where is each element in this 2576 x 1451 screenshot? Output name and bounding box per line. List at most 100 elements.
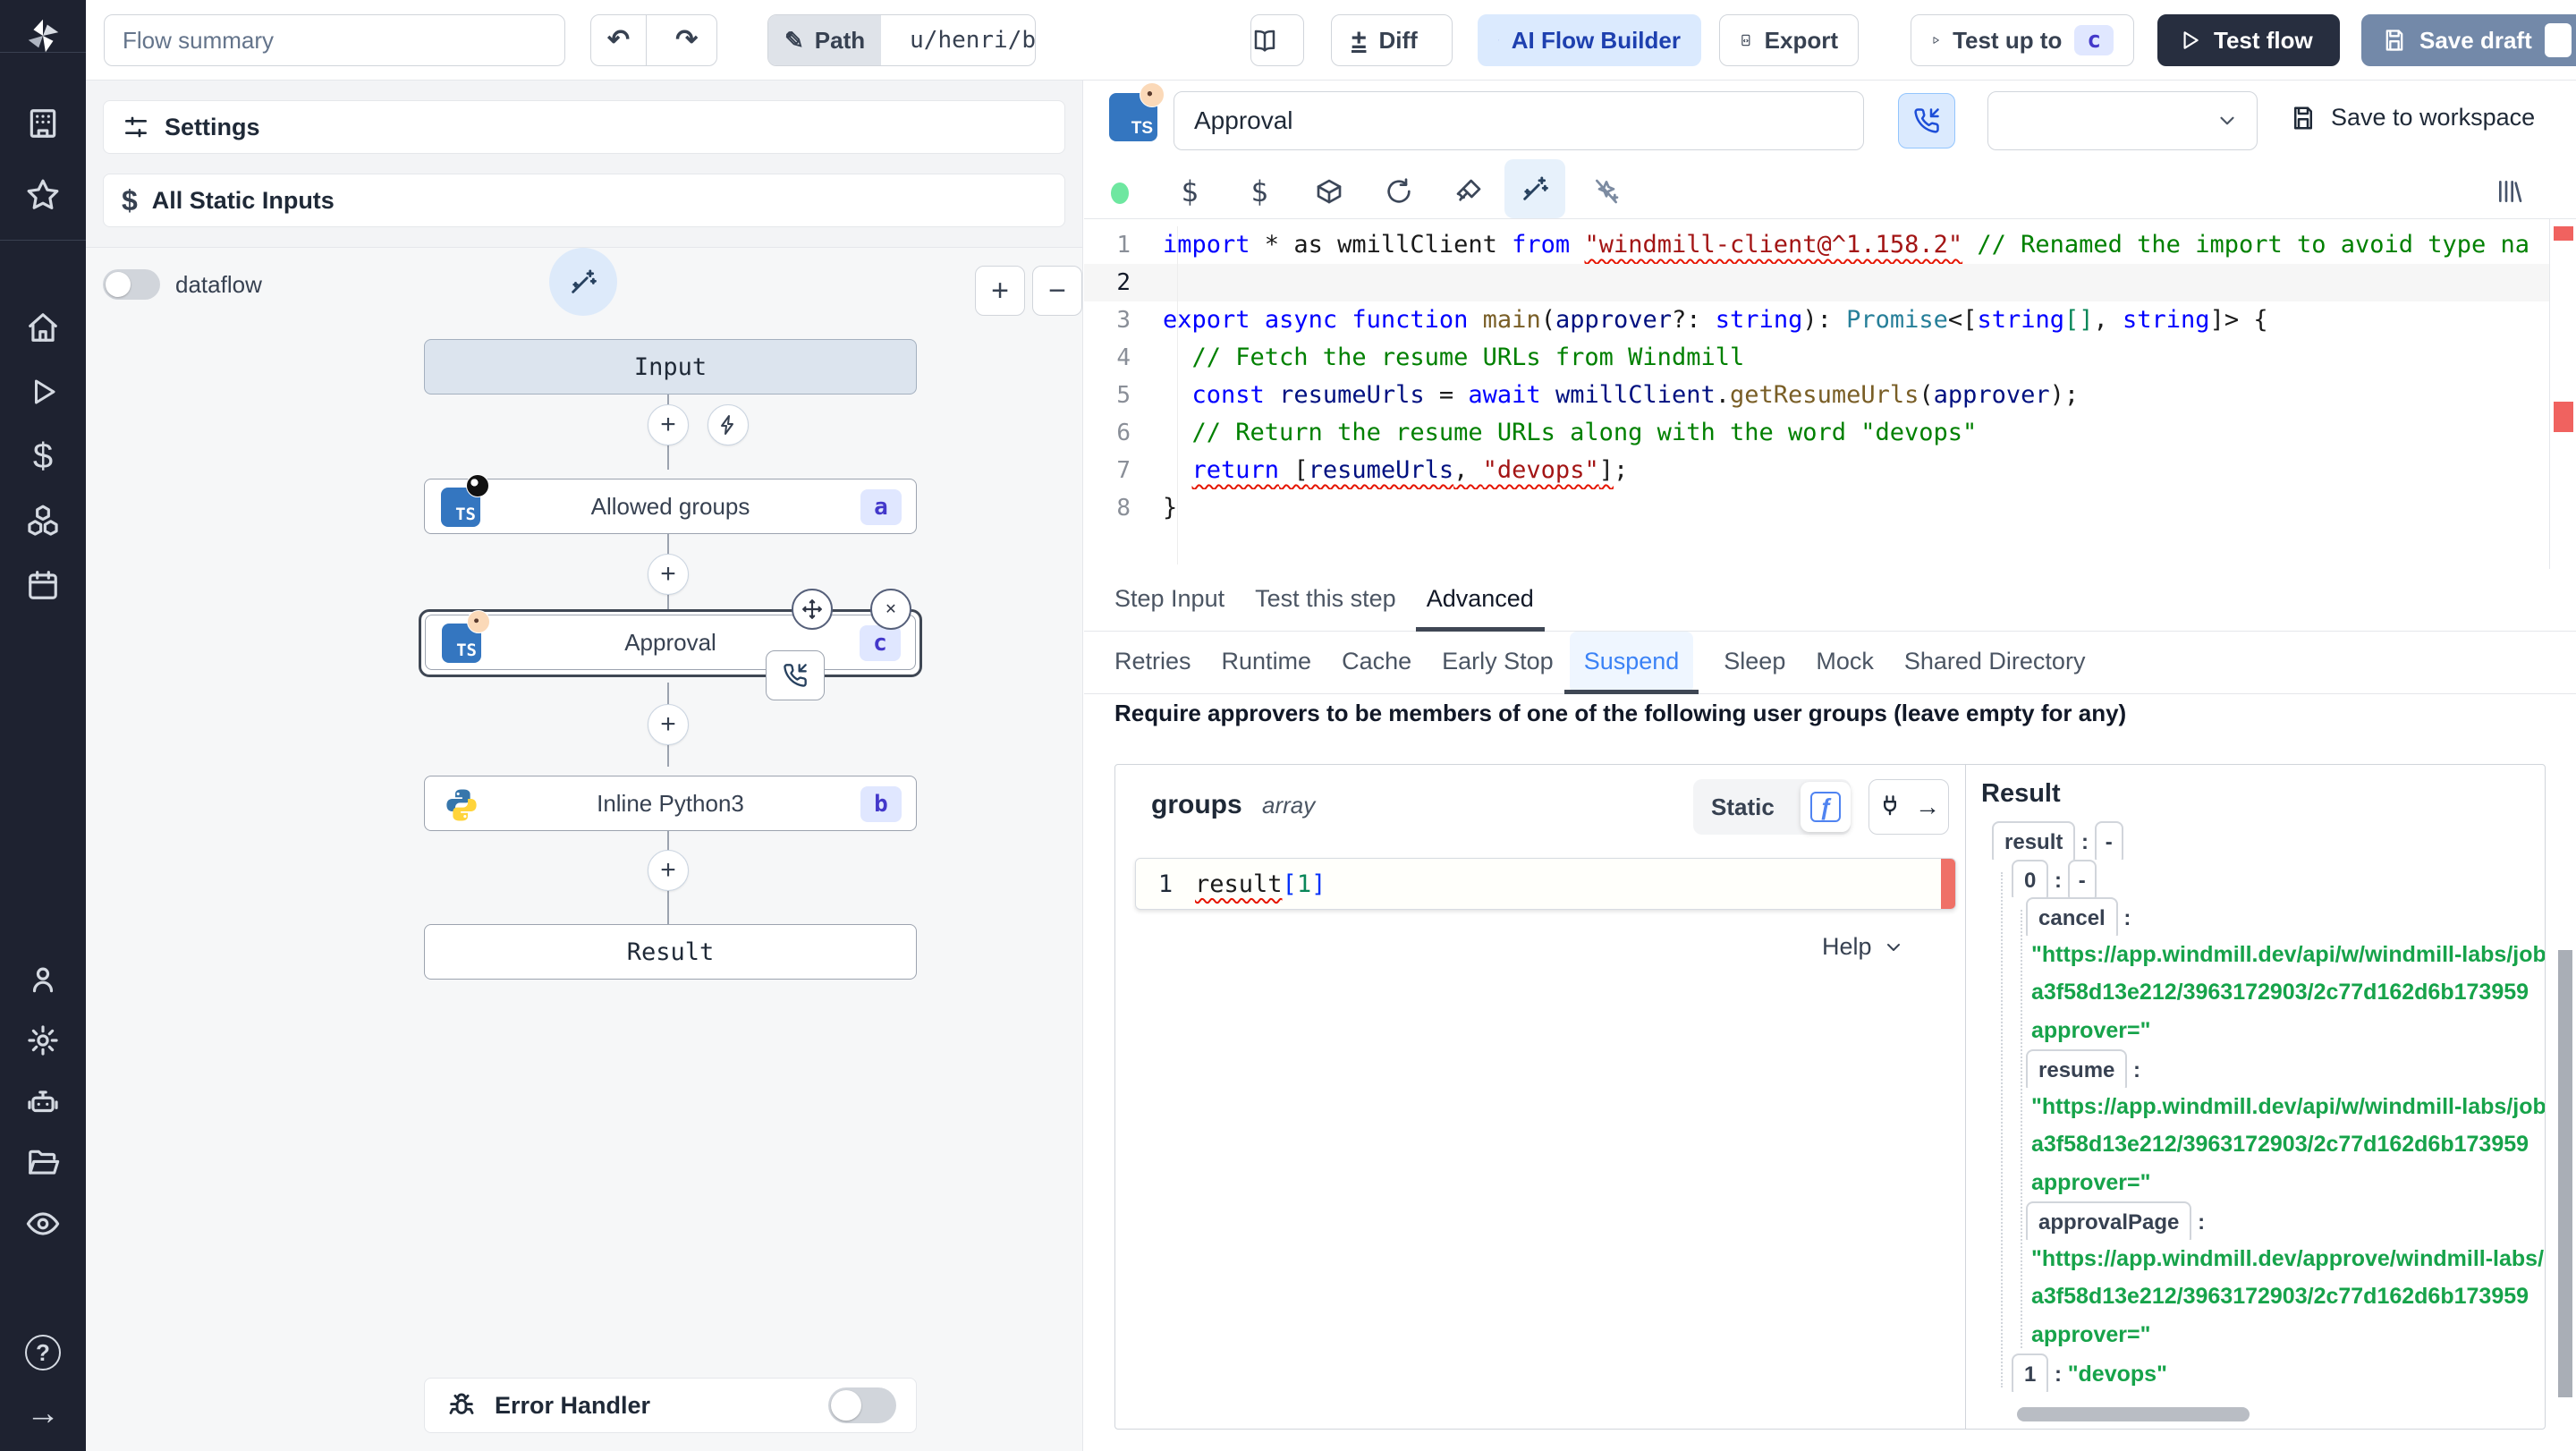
tab-retries[interactable]: Retries [1114, 632, 1191, 693]
save-to-workspace-button[interactable]: Save to workspace [2290, 104, 2535, 132]
step-name-input[interactable] [1174, 91, 1864, 150]
folders-icon[interactable] [0, 1134, 86, 1192]
result-key-chip[interactable]: result [1992, 821, 2076, 860]
error-handler-toggle[interactable] [828, 1387, 896, 1423]
vertical-scrollbar[interactable] [2558, 950, 2572, 1397]
flow-node-allowed-groups[interactable]: TS Allowed groups a [424, 474, 917, 534]
audit-eye-icon[interactable] [0, 1195, 86, 1252]
dataflow-toggle[interactable] [103, 269, 160, 300]
path-button[interactable]: ✎ Path u/henri/bes [767, 14, 1036, 66]
script-version-select[interactable] [1987, 91, 2258, 150]
add-step-button[interactable]: + [648, 404, 689, 445]
code-line[interactable]: 6 // Return the resume URLs along with t… [1084, 414, 2576, 452]
favorites-star-icon[interactable] [0, 166, 86, 224]
tab-advanced[interactable]: Advanced [1415, 569, 1545, 632]
export-button[interactable]: Export [1719, 14, 1859, 66]
settings-card[interactable]: Settings [103, 100, 1065, 154]
tab-runtime[interactable]: Runtime [1222, 632, 1312, 693]
expand-arrow-icon[interactable]: → [0, 1385, 86, 1442]
suspend-phone-button[interactable] [1898, 93, 1955, 148]
ai-wand-button[interactable] [549, 248, 617, 316]
zoom-out-button[interactable]: − [1032, 266, 1082, 316]
save-draft-button[interactable]: Save draft [2361, 14, 2576, 66]
flow-node-input[interactable]: Input [424, 339, 917, 395]
tab-sleep[interactable]: Sleep [1724, 632, 1785, 693]
home-icon[interactable] [0, 299, 86, 356]
collapse-toggle[interactable]: - [2094, 821, 2123, 860]
reset-refresh-icon[interactable] [1374, 166, 1424, 216]
flow-summary-input[interactable] [104, 14, 565, 66]
tab-cache[interactable]: Cache [1342, 632, 1411, 693]
tab-early-stop[interactable]: Early Stop [1442, 632, 1554, 693]
flow-node-result[interactable]: Result [424, 924, 917, 980]
resources-cubes-icon[interactable] [0, 492, 86, 549]
undo-button[interactable]: ↶ [591, 15, 648, 65]
code-line[interactable]: 2 [1084, 264, 2576, 301]
code-line[interactable]: 7 return [resumeUrls, "devops"]; [1084, 452, 2576, 489]
settings-gear-icon[interactable] [0, 1012, 86, 1069]
test-up-to-button[interactable]: Test up to c [1911, 14, 2134, 66]
workspace-building-icon[interactable] [0, 95, 86, 152]
diff-button[interactable]: ± Diff [1331, 14, 1453, 66]
delete-step-button[interactable]: ✕ [870, 589, 911, 630]
code-line[interactable]: 5 const resumeUrls = await wmillClient.g… [1084, 377, 2576, 414]
code-line[interactable]: 8} [1084, 489, 2576, 527]
code-line[interactable]: 1 import * as wmillClient from "windmill-… [1084, 226, 2576, 264]
help-expander[interactable]: Help [1822, 933, 1904, 961]
error-handler-card[interactable]: Error Handler [424, 1378, 917, 1433]
suspend-phone-badge[interactable] [766, 650, 825, 700]
docs-book-button[interactable] [1250, 14, 1304, 66]
collapse-toggle[interactable]: - [2067, 859, 2097, 897]
ai-assist-wand-button[interactable] [1504, 159, 1565, 218]
static-fn-toggle[interactable]: Static ƒ [1693, 779, 1851, 835]
workers-robot-icon[interactable] [0, 1073, 86, 1131]
groups-expression-editor[interactable]: 1 result[1] [1135, 858, 1956, 910]
user-icon[interactable] [0, 951, 86, 1008]
result-key-chip[interactable]: 0 [2012, 859, 2049, 897]
tab-mock[interactable]: Mock [1816, 632, 1874, 693]
error-marker [2554, 402, 2573, 432]
tab-suspend[interactable]: Suspend [1563, 632, 1699, 694]
function-mode-button[interactable]: ƒ [1801, 782, 1851, 832]
windmill-logo[interactable] [0, 7, 86, 64]
schedules-calendar-icon[interactable] [0, 556, 86, 614]
result-key-chip[interactable]: 1 [2012, 1353, 2049, 1392]
result-row: approver=" [1981, 1316, 2545, 1354]
result-key-chip[interactable]: approvalPage [2026, 1201, 2192, 1240]
tab-step-input[interactable]: Step Input [1114, 569, 1224, 631]
add-step-button[interactable]: + [648, 850, 689, 891]
code-line[interactable]: 4 // Fetch the resume URLs from Windmill [1084, 339, 2576, 377]
horizontal-scrollbar[interactable] [2017, 1407, 2250, 1421]
test-flow-button[interactable]: Test flow [2157, 14, 2340, 66]
result-row: approvalPage : [1981, 1201, 2545, 1240]
tab-test-this-step[interactable]: Test this step [1255, 569, 1396, 631]
plug-connect-button[interactable]: → [1868, 779, 1949, 835]
format-brush-icon[interactable] [1444, 166, 1494, 216]
ai-flow-builder-button[interactable]: AI Flow Builder [1478, 14, 1701, 66]
library-icon[interactable] [2485, 166, 2535, 216]
tab-shared-directory[interactable]: Shared Directory [1904, 632, 2086, 693]
result-url-line: approver=" [2031, 1017, 2151, 1043]
code-line[interactable]: 3 export async function main(approver?: s… [1084, 301, 2576, 339]
help-icon[interactable]: ? [0, 1324, 86, 1381]
status-dot [1111, 182, 1129, 204]
variables-dollar-icon[interactable]: $ [0, 428, 86, 485]
package-icon[interactable] [1304, 166, 1354, 216]
move-step-button[interactable] [792, 589, 833, 630]
flow-node-inline-python[interactable]: Inline Python3 b [424, 776, 917, 831]
flow-node-approval[interactable]: TS Approval c [425, 610, 916, 670]
runs-play-icon[interactable] [0, 363, 86, 420]
result-url-line: a3f58d13e212/3963172903/2c77d162d6b17395… [2031, 1284, 2529, 1309]
resources-dollar-icon[interactable]: $ [1234, 166, 1284, 216]
all-static-inputs-card[interactable]: $ All Static Inputs [103, 174, 1065, 227]
redo-button[interactable]: ↷ [659, 15, 714, 65]
zoom-in-button[interactable]: + [975, 266, 1025, 316]
result-key-chip[interactable]: cancel [2026, 897, 2118, 936]
result-key-chip[interactable]: resume [2026, 1049, 2128, 1088]
variables-dollar-icon[interactable]: $ [1165, 166, 1215, 216]
add-trigger-bolt-button[interactable] [708, 404, 749, 445]
add-step-button[interactable]: + [648, 704, 689, 745]
sparkles-off-icon[interactable] [1581, 166, 1631, 216]
code-editor[interactable]: 1 import * as wmillClient from "windmill-… [1084, 218, 2576, 569]
add-step-button[interactable]: + [648, 554, 689, 595]
